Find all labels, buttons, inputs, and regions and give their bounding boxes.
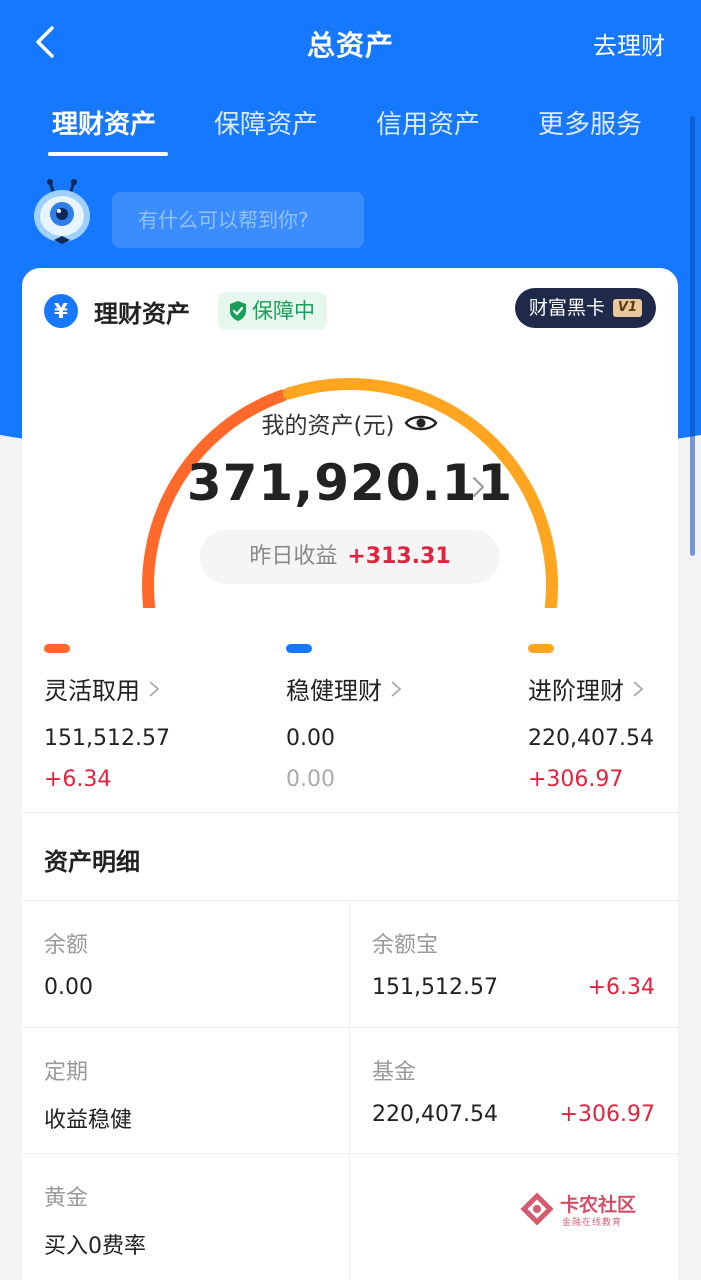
watermark-subtitle: 金融在线教育 [562,1218,623,1228]
asset-details-title: 资产明细 [44,848,140,876]
detail-gold-label: 黄金 [44,1186,89,1211]
tab-credit-assets[interactable]: 信用资产 [376,104,480,141]
yen-icon: ¥ [44,294,78,328]
my-assets-label-row: 我的资产(元) [22,406,678,440]
scrollbar[interactable] [690,116,695,556]
category-stable-gain: 0.00 [286,767,335,792]
section-divider [22,812,678,813]
category-stable-value: 0.00 [286,726,335,751]
category-advanced-value: 220,407.54 [528,726,654,751]
category-flexible-name: 灵活取用 [44,677,140,705]
nav-bar: 总资产 去理财 [0,0,701,88]
member-level-badge: V1 [612,299,642,317]
category-advanced-name-row[interactable]: 进阶理财 [528,671,701,706]
detail-balance-label: 余额 [44,933,89,958]
column-divider [349,901,350,1280]
yesterday-earnings-value: +313.31 [347,544,451,569]
detail-yuebao-label: 余额宝 [372,933,439,958]
wealth-assets-card: ¥ 理财资产 保障中 财富黑卡 V1 我的资产(元) 371,920.11 昨日… [22,268,678,1280]
yesterday-earnings-pill[interactable]: 昨日收益 +313.31 [200,530,500,584]
tab-active-indicator [48,152,168,156]
detail-yuebao-gain: +6.34 [587,975,655,1000]
assistant-mascot-icon[interactable] [30,178,94,250]
tab-insurance-assets[interactable]: 保障资产 [214,104,318,141]
tab-more-services[interactable]: 更多服务 [538,104,642,141]
category-advanced[interactable]: 进阶理财 220,407.54 +306.97 [528,644,701,792]
yesterday-earnings-label: 昨日收益 [249,544,338,569]
category-stable-color-dot [286,644,312,653]
protection-status-label: 保障中 [252,299,315,323]
category-advanced-name: 进阶理财 [528,677,624,705]
shield-check-icon [230,301,246,321]
detail-fixed-term-label: 定期 [44,1060,89,1085]
detail-fund-label: 基金 [372,1060,417,1085]
detail-yuebao-value: 151,512.57 [372,975,498,1000]
chevron-right-icon [633,680,644,697]
chevron-right-icon[interactable] [468,474,488,500]
go-invest-link[interactable]: 去理财 [593,26,665,61]
detail-fund-gain: +306.97 [559,1102,655,1127]
category-stable[interactable]: 稳健理财 0.00 0.00 [286,644,466,792]
category-flexible-gain: +6.34 [44,767,112,792]
category-advanced-color-dot [528,644,554,653]
detail-gold[interactable]: 黄金 买入0费率 [22,1154,349,1280]
watermark-logo-icon [520,1192,554,1226]
chevron-right-icon [391,680,402,697]
total-asset-value[interactable]: 371,920.11 [22,454,678,512]
category-flexible-color-dot [44,644,70,653]
detail-fixed-term[interactable]: 定期 收益稳健 [22,1028,349,1154]
category-stable-name: 稳健理财 [286,677,382,705]
protection-status-badge[interactable]: 保障中 [218,292,327,330]
community-watermark: 卡农社区 金融在线教育 [520,1190,660,1234]
category-flexible-value: 151,512.57 [44,726,170,751]
total-assets-page: 总资产 去理财 理财资产 保障资产 信用资产 更多服务 有什么可以帮到你? ¥ … [0,0,701,1280]
tab-wealth-assets[interactable]: 理财资产 [52,104,156,141]
card-title: 理财资产 [94,300,190,328]
detail-balance-value: 0.00 [44,975,93,1000]
detail-fund[interactable]: 基金 220,407.54 +306.97 [350,1028,677,1154]
wealth-black-card-button[interactable]: 财富黑卡 V1 [514,288,656,328]
category-advanced-gain: +306.97 [528,767,624,792]
my-assets-label: 我的资产(元) [261,413,395,439]
watermark-name: 卡农社区 [560,1194,637,1216]
asset-tabs: 理财资产 保障资产 信用资产 更多服务 [0,104,701,160]
assistant-search-input[interactable]: 有什么可以帮到你? [112,192,364,248]
category-flexible-name-row[interactable]: 灵活取用 [44,671,224,706]
category-flexible[interactable]: 灵活取用 151,512.57 +6.34 [44,644,224,792]
detail-gold-value: 买入0费率 [44,1234,146,1259]
chevron-right-icon [149,680,160,697]
detail-fund-value: 220,407.54 [372,1102,498,1127]
eye-icon[interactable] [404,411,438,435]
detail-yuebao[interactable]: 余额宝 151,512.57 +6.34 [350,901,677,1027]
black-card-label: 财富黑卡 [528,297,605,319]
detail-fixed-term-value: 收益稳健 [44,1108,133,1133]
detail-balance[interactable]: 余额 0.00 [22,901,349,1027]
category-stable-name-row[interactable]: 稳健理财 [286,671,466,706]
